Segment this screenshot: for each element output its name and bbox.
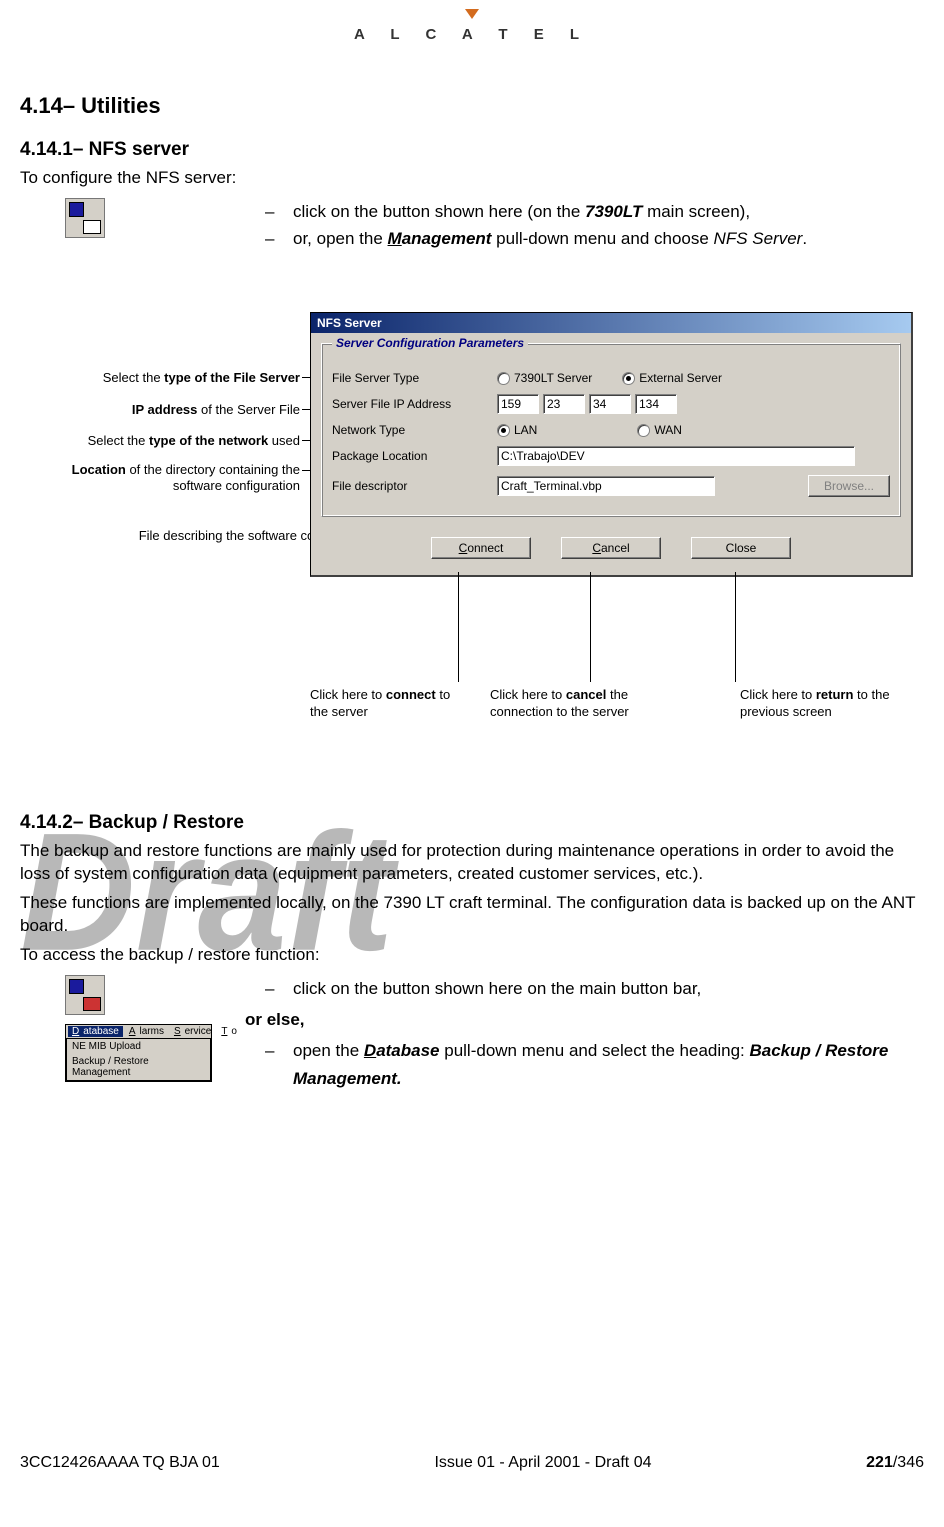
callout-cancel: Click here to cancel the connection to t… (490, 687, 680, 720)
backup-step1: click on the button shown here on the ma… (293, 975, 701, 1002)
label-file-descriptor: File descriptor (332, 479, 497, 493)
nfs-server-dialog: NFS Server Server Configuration Paramete… (310, 312, 913, 577)
nfs-intro: To configure the NFS server: (20, 167, 924, 190)
database-menu-screenshot: Database Alarms Service To NE MIB Upload… (65, 1024, 212, 1082)
groupbox-title: Server Configuration Parameters (332, 336, 528, 350)
input-package-location[interactable] (497, 446, 855, 466)
logo-triangle-icon (465, 9, 479, 19)
step2-pre: or, open the (293, 229, 388, 248)
radio-icon (497, 424, 510, 437)
menu-item-ne-mib: NE MIB Upload (67, 1039, 210, 1054)
input-file-descriptor[interactable] (497, 476, 715, 496)
radio-wan[interactable]: WAN (637, 423, 682, 437)
radio-icon (622, 372, 635, 385)
connect-button[interactable]: Connect (431, 537, 531, 559)
callout-line (590, 572, 591, 682)
backup-p3: To access the backup / restore function: (20, 944, 924, 967)
backup-step2-d: D (364, 1041, 376, 1060)
label-ip-address: Server File IP Address (332, 397, 497, 411)
step1-post: main screen), (642, 202, 750, 221)
radio-7390lt-server[interactable]: 7390LT Server (497, 371, 592, 385)
backup-step2-pre: open the (293, 1041, 364, 1060)
radio-icon (497, 372, 510, 385)
footer-page: 221/346 (866, 1454, 924, 1472)
menu-item-backup-restore: Backup / Restore Management (67, 1054, 210, 1080)
backup-steps: – click on the button shown here on the … (265, 975, 924, 1092)
or-else: or else, (245, 1006, 924, 1033)
cancel-button[interactable]: Cancel (561, 537, 661, 559)
section-heading: 4.14– Utilities (20, 93, 924, 119)
dialog-title: NFS Server (311, 313, 911, 333)
backup-p1: The backup and restore functions are mai… (20, 840, 924, 886)
step2-m: M (388, 229, 402, 248)
floppy-icon (69, 202, 84, 217)
brand-name: A L C A T E L (20, 26, 924, 43)
nfs-steps: – click on the button shown here (on the… (265, 198, 807, 252)
ip-octet-4[interactable] (635, 394, 677, 414)
footer-doc-id: 3CC12426AAAA TQ BJA 01 (20, 1454, 220, 1472)
label-file-server-type: File Server Type (332, 371, 497, 385)
floppy-icon (69, 979, 84, 994)
close-button[interactable]: Close (691, 537, 791, 559)
backup-toolbar-icon (65, 975, 105, 1015)
nfs-toolbar-icon (65, 198, 105, 238)
subsection-nfs-heading: 4.14.1– NFS server (20, 139, 924, 161)
brand-logo: A L C A T E L (20, 0, 924, 43)
callout-line (735, 572, 736, 682)
label-network-type: Network Type (332, 423, 497, 437)
callout-file-server-type: Select the type of the File Server (20, 370, 300, 386)
subsection-backup-heading: 4.14.2– Backup / Restore (20, 812, 924, 834)
label-package-location: Package Location (332, 449, 497, 463)
radio-external-server[interactable]: External Server (622, 371, 722, 385)
callout-network-type: Select the type of the network used (20, 433, 300, 449)
step2-mgmt: anagement (402, 229, 492, 248)
callout-return: Click here to return to the previous scr… (740, 687, 910, 720)
step2-nfs: NFS Server (714, 229, 803, 248)
backup-step2-db: atabase (376, 1041, 439, 1060)
backup-p2: These functions are implemented locally,… (20, 892, 924, 938)
callout-ip-address: IP address of the Server File (20, 402, 300, 418)
callout-location: Location of the directory containing the… (20, 462, 300, 493)
step2-mid: pull-down menu and choose (491, 229, 713, 248)
step1-bold: 7390LT (585, 202, 642, 221)
ip-octet-3[interactable] (589, 394, 631, 414)
footer-issue: Issue 01 - April 2001 - Draft 04 (434, 1454, 651, 1472)
db-icon (83, 997, 101, 1011)
callout-line (458, 572, 459, 682)
ip-octet-1[interactable] (497, 394, 539, 414)
step2-post: . (802, 229, 807, 248)
step1-pre: click on the button shown here (on the (293, 202, 585, 221)
ip-octet-2[interactable] (543, 394, 585, 414)
callout-connect: Click here to connect to the server (310, 687, 470, 720)
browse-button[interactable]: Browse... (808, 475, 890, 497)
page-footer: 3CC12426AAAA TQ BJA 01 Issue 01 - April … (20, 1454, 924, 1472)
radio-lan[interactable]: LAN (497, 423, 537, 437)
screen-icon (83, 220, 101, 234)
backup-step2-mid: pull-down menu and select the heading: (440, 1041, 750, 1060)
radio-icon (637, 424, 650, 437)
